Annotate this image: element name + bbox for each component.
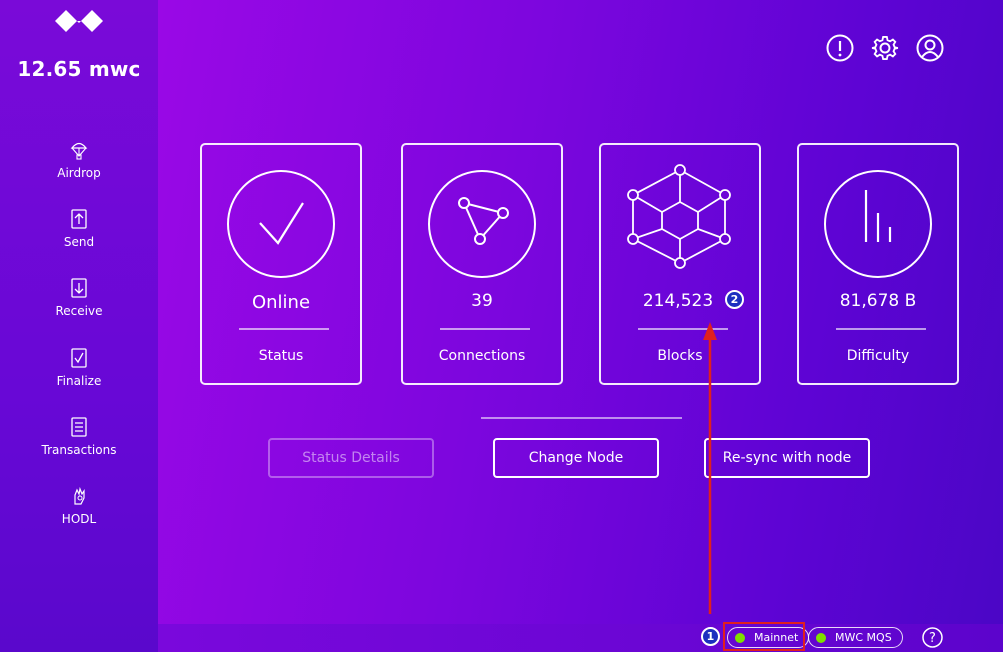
sidebar-item-label: Receive [55, 304, 103, 318]
receive-icon [71, 278, 87, 298]
status-label: Status [258, 348, 304, 364]
blocks-card: 214,523 Blocks [599, 143, 761, 385]
gear-icon[interactable] [871, 34, 899, 62]
difficulty-card: 81,678 B Difficulty [797, 143, 959, 385]
sidebar-item-airdrop[interactable]: Airdrop [0, 140, 158, 180]
status-value: Online [251, 292, 311, 313]
annotation-arrow-icon [703, 322, 717, 614]
status-dot-icon [816, 632, 826, 643]
sidebar-item-label: Send [63, 235, 95, 249]
connections-value: 39 [471, 291, 493, 311]
help-icon[interactable]: ? [922, 627, 943, 648]
bars-icon [864, 190, 892, 242]
resync-button[interactable]: Re-sync with node [704, 438, 870, 478]
help-glyph: ? [929, 631, 936, 646]
connections-card: 39 Connections [401, 143, 563, 385]
network-icon [458, 197, 509, 245]
mqs-label: MWC MQS [835, 631, 892, 644]
change-node-button[interactable]: Change Node [493, 438, 659, 478]
sidebar-item-send[interactable]: Send [0, 209, 158, 249]
card-underline [836, 328, 926, 330]
wallet-balance: 12.65 mwc [17, 57, 141, 81]
sidebar-item-hodl[interactable]: HODL [0, 486, 158, 526]
hodl-icon [74, 486, 85, 505]
checkmark-icon [259, 202, 304, 245]
sidebar-item-receive[interactable]: Receive [0, 278, 158, 318]
finalize-icon [71, 348, 87, 368]
account-icon[interactable] [916, 34, 944, 62]
sidebar-item-label: HODL [61, 512, 97, 526]
status-card: Online Status [200, 143, 362, 385]
sidebar-item-label: Airdrop [57, 166, 101, 180]
sidebar-item-label: Transactions [41, 443, 117, 457]
transactions-icon [71, 417, 87, 437]
card-underline [440, 328, 530, 330]
mwc-logo [55, 10, 103, 32]
status-details-button[interactable]: Status Details [268, 438, 434, 478]
sidebar-item-finalize[interactable]: Finalize [0, 348, 158, 388]
step-marker-2: 2 [725, 290, 744, 309]
connections-label: Connections [438, 348, 526, 364]
step-marker-1: 1 [701, 627, 720, 646]
mqs-status-pill[interactable]: MWC MQS [808, 627, 903, 648]
card-underline [239, 328, 329, 330]
sidebar-item-label: Finalize [56, 374, 102, 388]
info-icon[interactable] [826, 34, 854, 62]
sidebar-item-transactions[interactable]: Transactions [0, 417, 158, 457]
sidebar: 12.65 mwc Airdrop Send Receive Finalize [0, 0, 158, 652]
blocks-label: Blocks [657, 348, 703, 364]
parachute-icon [70, 142, 88, 160]
difficulty-value: 81,678 B [839, 291, 917, 311]
cube-icon [627, 164, 731, 269]
difficulty-label: Difficulty [846, 348, 910, 364]
section-divider [481, 417, 682, 419]
send-icon [71, 209, 87, 229]
mainnet-highlight-box [723, 622, 805, 651]
